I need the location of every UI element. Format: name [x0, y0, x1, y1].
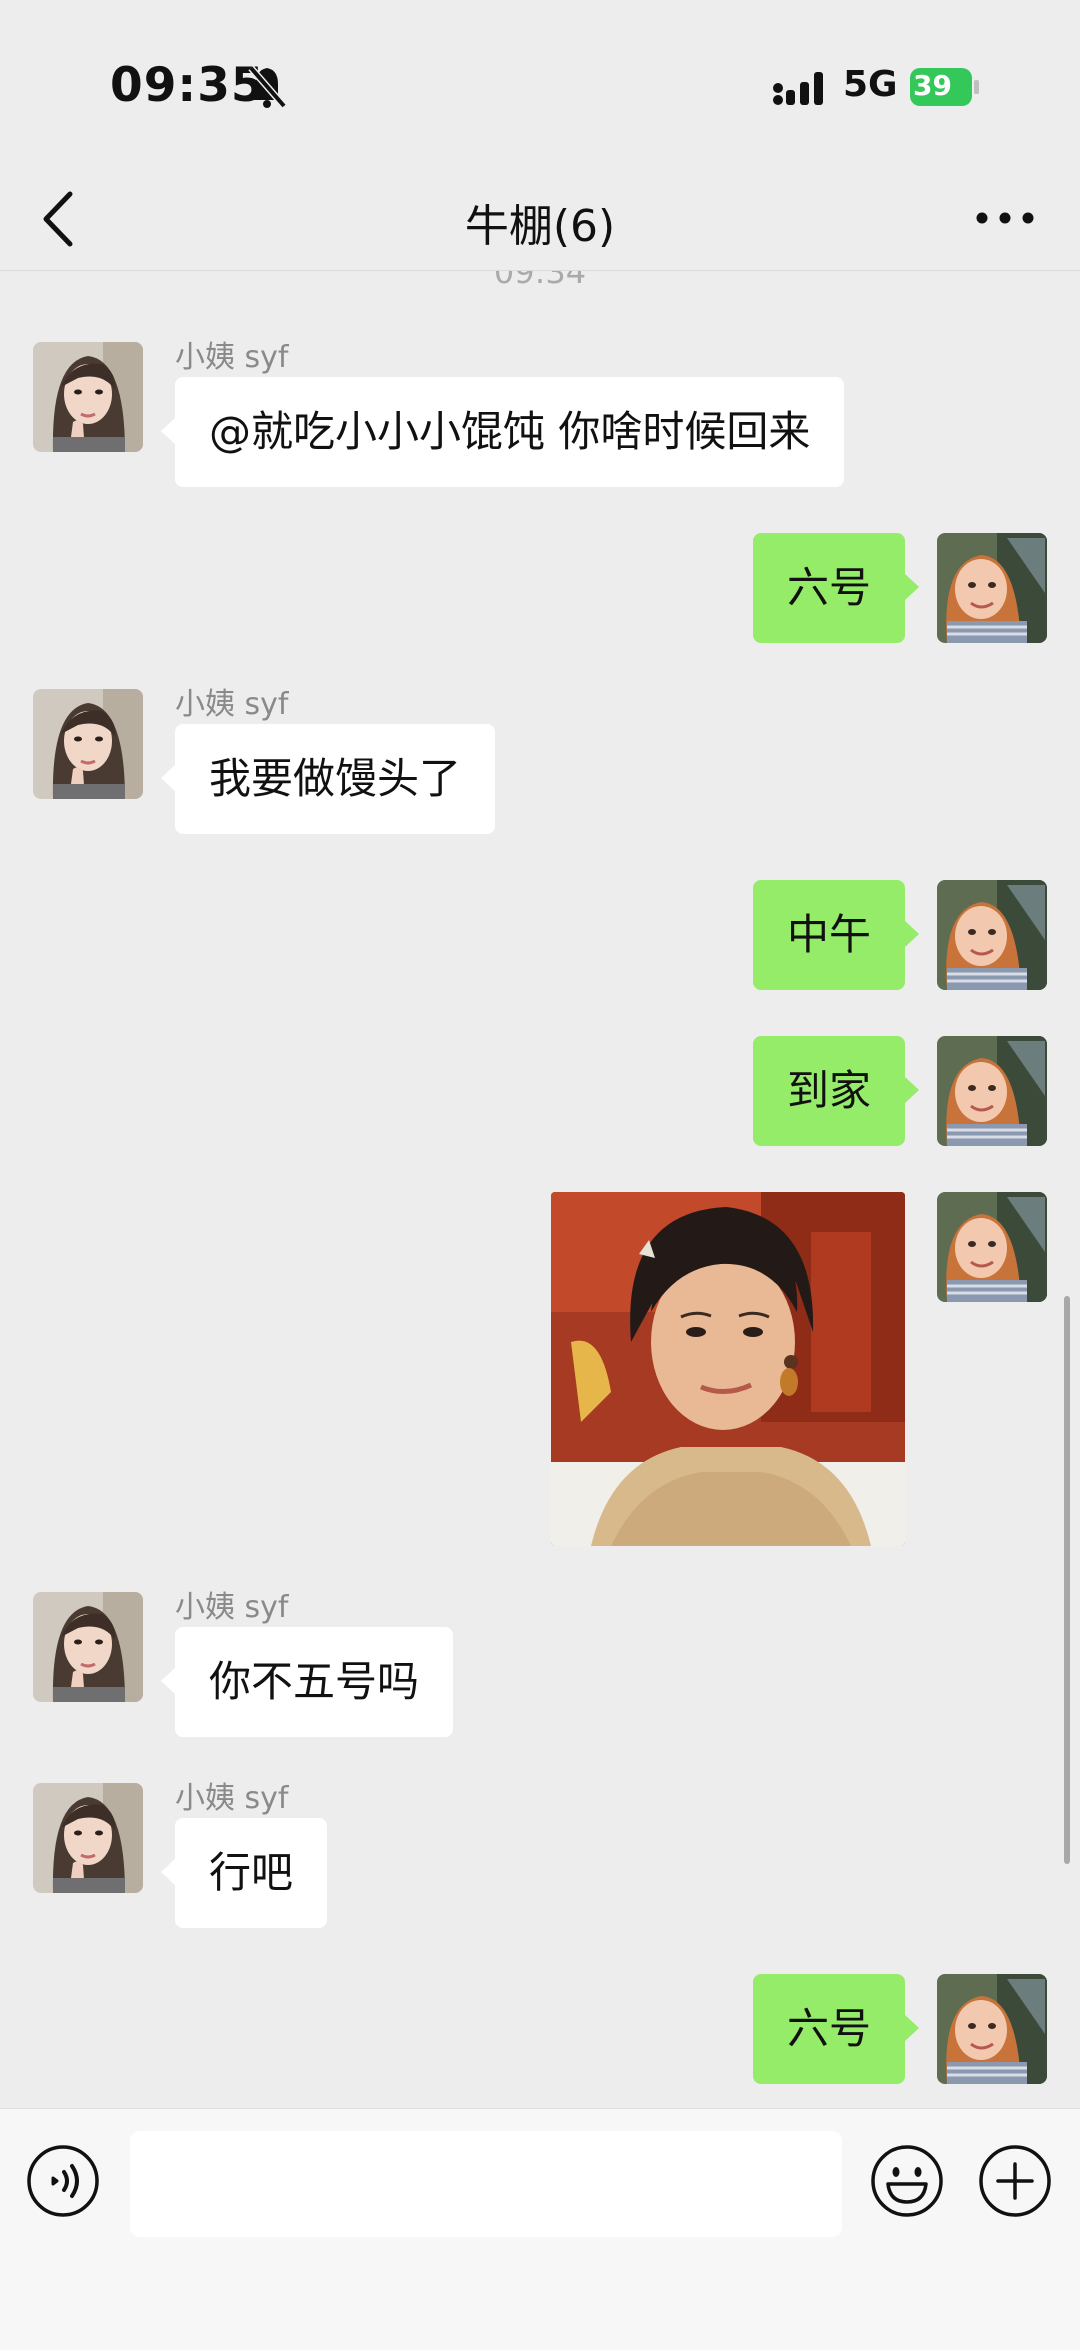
message-bubble-incoming[interactable]: 行吧 — [160, 1818, 328, 1928]
sender-name: 小姨 syf — [175, 1590, 289, 1625]
avatar-aunt[interactable] — [33, 342, 143, 452]
signal-icon — [773, 72, 823, 105]
avatar-aunt[interactable] — [33, 689, 143, 799]
network-type: 5G — [843, 64, 898, 105]
message-bubble-incoming[interactable]: @就吃小小小馄饨 你啥时候回来 — [160, 377, 845, 487]
sender-name: 小姨 syf — [175, 1781, 289, 1816]
battery-icon: 39 — [910, 68, 980, 106]
chat-title: 牛棚(6) — [464, 201, 616, 252]
plus-icon[interactable] — [978, 2144, 1052, 2218]
sender-name: 小姨 syf — [175, 687, 289, 722]
chat-timestamp: 09:34 — [493, 271, 587, 291]
message-bubble-outgoing[interactable]: 六号 — [752, 1974, 920, 2084]
message-bubble-outgoing[interactable]: 中午 — [752, 880, 920, 990]
message-input[interactable] — [130, 2131, 842, 2237]
chat-header: 牛棚(6) — [0, 170, 1080, 271]
image-message[interactable] — [551, 1192, 905, 1546]
avatar-aunt[interactable] — [33, 1783, 143, 1893]
status-time: 09:35 — [110, 58, 265, 113]
more-icon[interactable] — [970, 198, 1040, 238]
status-bar: 09:35 5G 39 — [0, 0, 1080, 170]
bell-muted-icon — [248, 65, 287, 108]
battery-level: 39 — [913, 69, 952, 102]
voice-icon[interactable] — [26, 2144, 100, 2218]
message-bubble-incoming[interactable]: 我要做馒头了 — [160, 724, 496, 834]
sender-name: 小姨 syf — [175, 340, 289, 375]
message-bubble-outgoing[interactable]: 六号 — [752, 533, 920, 643]
input-bar — [0, 2108, 1080, 2350]
timestamp-container: 09:34 — [0, 271, 1080, 293]
message-bubble-outgoing[interactable]: 到家 — [752, 1036, 920, 1146]
avatar-self[interactable] — [937, 1974, 1047, 2084]
message-bubble-incoming[interactable]: 你不五号吗 — [160, 1627, 454, 1737]
emoji-icon[interactable] — [870, 2144, 944, 2218]
avatar-self[interactable] — [937, 1192, 1047, 1302]
scrollbar[interactable] — [1064, 1296, 1070, 1864]
avatar-self[interactable] — [937, 533, 1047, 643]
avatar-aunt[interactable] — [33, 1592, 143, 1702]
avatar-self[interactable] — [937, 1036, 1047, 1146]
avatar-self[interactable] — [937, 880, 1047, 990]
